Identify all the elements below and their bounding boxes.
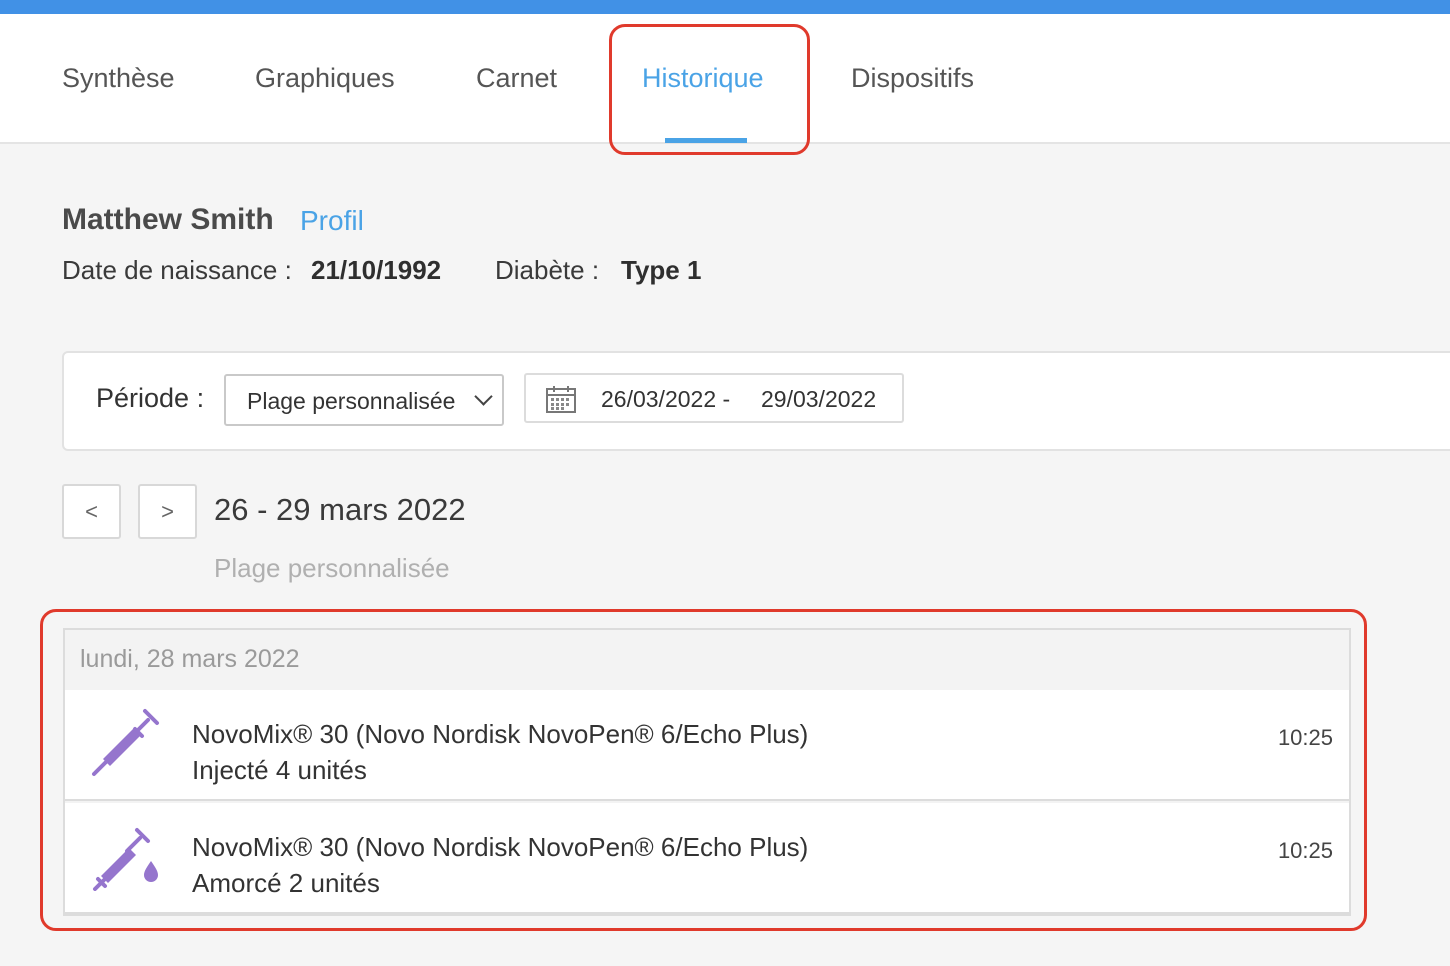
highlight-box-tab	[609, 24, 810, 155]
range-title: 26 - 29 mars 2022	[214, 492, 466, 527]
tab-synthese[interactable]: Synthèse	[62, 14, 175, 142]
profile-link[interactable]: Profil	[300, 205, 364, 237]
dob-value: 21/10/1992	[311, 255, 442, 285]
next-period-button[interactable]: >	[138, 484, 197, 539]
prev-period-button[interactable]: <	[62, 484, 121, 539]
period-select[interactable]: Plage personnalisée	[224, 374, 504, 426]
tab-dispositifs[interactable]: Dispositifs	[851, 14, 974, 142]
range-subtitle: Plage personnalisée	[214, 553, 450, 583]
chevron-down-icon	[474, 387, 493, 406]
calendar-icon	[546, 386, 576, 413]
tab-graphiques[interactable]: Graphiques	[255, 14, 395, 142]
date-from: 26/03/2022 -	[601, 386, 731, 412]
period-select-value: Plage personnalisée	[247, 388, 456, 414]
highlight-box-history	[40, 609, 1367, 931]
date-to: 29/03/2022	[761, 386, 877, 412]
tab-carnet[interactable]: Carnet	[476, 14, 557, 142]
top-accent-bar	[0, 0, 1450, 14]
period-label: Période :	[96, 383, 205, 413]
date-range-input[interactable]: 26/03/2022 - 29/03/2022	[524, 373, 904, 423]
diabetes-label: Diabète :	[495, 255, 600, 285]
dob-label: Date de naissance :	[62, 255, 292, 285]
diabetes-value: Type 1	[621, 255, 702, 285]
patient-name: Matthew Smith	[62, 203, 274, 236]
